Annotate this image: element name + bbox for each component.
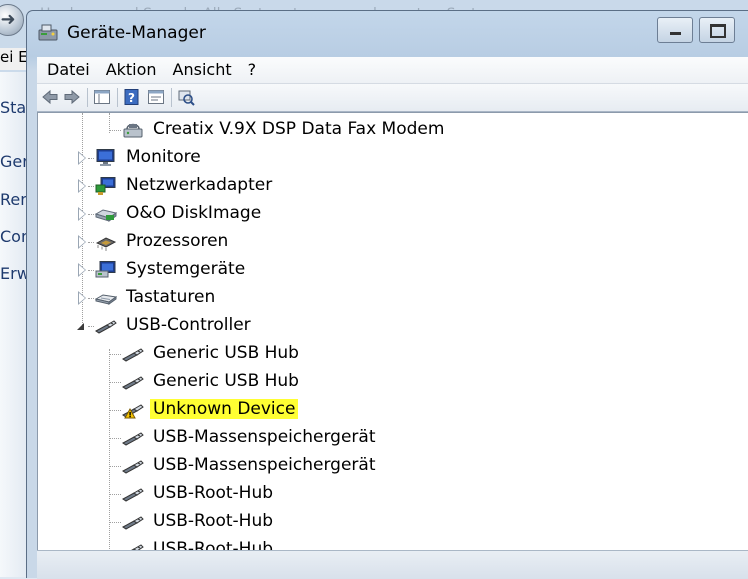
tree-item[interactable]: USB-Root-Hub — [38, 508, 748, 536]
expand-arrow-icon — [79, 181, 85, 191]
expand-arrow-icon — [79, 293, 85, 303]
usb-icon — [122, 512, 144, 532]
maximize-button[interactable] — [699, 17, 735, 43]
usb-icon — [95, 316, 117, 336]
tree-item-label: Netzwerkadapter — [126, 175, 273, 195]
tree-connector-line — [110, 438, 121, 439]
tree-item[interactable]: Generic USB Hub — [38, 368, 748, 396]
background-sidebar: Sta Ger Ren Con Erw — [0, 72, 31, 577]
tree-connector-line — [88, 158, 94, 159]
expand-arrow-icon — [79, 153, 85, 163]
tree-connector-line — [110, 466, 121, 467]
usb-warning-icon — [122, 400, 144, 420]
help-icon[interactable]: ? — [123, 88, 141, 106]
background-sidebar-item[interactable]: Sta — [0, 98, 26, 117]
expand-arrow-icon — [79, 237, 85, 247]
system-device-icon — [95, 260, 117, 280]
window-title: Geräte-Manager — [67, 23, 206, 43]
title-bar[interactable]: Geräte-Manager — [27, 11, 748, 57]
usb-icon — [122, 456, 144, 476]
tree-item-label: Generic USB Hub — [153, 343, 299, 363]
toolbar: ? — [37, 84, 748, 112]
usb-icon — [122, 372, 144, 392]
network-adapter-icon — [95, 176, 117, 196]
usb-icon — [122, 484, 144, 504]
minimize-button[interactable] — [657, 17, 693, 43]
tree-item-label: Monitore — [126, 147, 201, 167]
tree-item[interactable]: USB-Root-Hub — [38, 536, 748, 550]
properties-icon[interactable] — [147, 88, 165, 106]
tree-item[interactable]: O&O DiskImage — [38, 200, 748, 228]
tree-item-label: USB-Root-Hub — [153, 511, 274, 531]
tree-connector-line — [110, 382, 121, 383]
collapse-arrow-icon[interactable] — [77, 323, 84, 330]
tree-item-label: Tastaturen — [126, 287, 216, 307]
tree-connector-line — [88, 242, 94, 243]
tree-connector-line — [110, 130, 121, 131]
tree-item[interactable]: Unknown Device — [38, 396, 748, 424]
tree-connector-line — [110, 354, 121, 355]
processor-icon — [95, 232, 117, 252]
tree-item[interactable]: USB-Root-Hub — [38, 480, 748, 508]
tree-item-label: USB-Controller — [126, 315, 251, 335]
tree-connector-line — [88, 270, 94, 271]
tree-item-label: Generic USB Hub — [153, 371, 299, 391]
tree-item[interactable]: Systemgeräte — [38, 256, 748, 284]
tree-connector-line — [110, 494, 121, 495]
show-hide-console-tree-icon[interactable] — [93, 88, 111, 106]
scan-hardware-icon[interactable] — [177, 88, 195, 106]
monitor-icon — [95, 148, 117, 168]
keyboard-icon — [94, 288, 118, 308]
status-bar — [37, 550, 748, 579]
tree-connector-line — [88, 298, 94, 299]
tree-item[interactable]: Tastaturen — [38, 284, 748, 312]
tree-item-label: USB-Massenspeichergerät — [153, 455, 376, 475]
tree-item-label: Systemgeräte — [126, 259, 246, 279]
tree-item-label: USB-Root-Hub — [153, 483, 274, 503]
toolbar-separator — [117, 88, 118, 107]
tree-item[interactable]: USB-Massenspeichergerät — [38, 424, 748, 452]
disk-image-icon — [94, 204, 118, 224]
tree-item[interactable]: Monitore — [38, 144, 748, 172]
tree-connector-line — [88, 214, 94, 215]
expand-arrow-icon — [79, 209, 85, 219]
tree-item[interactable]: Creatix V.9X DSP Data Fax Modem — [38, 116, 748, 144]
background-sidebar-item[interactable]: Ger — [0, 152, 29, 171]
tree-connector-line — [88, 326, 94, 327]
tree-item[interactable]: Netzwerkadapter — [38, 172, 748, 200]
forward-arrow-icon[interactable] — [63, 88, 81, 106]
modem-icon — [122, 120, 144, 140]
tree-connector-line — [110, 410, 121, 411]
tree-connector-line — [110, 522, 121, 523]
expand-arrow-icon — [79, 265, 85, 275]
back-arrow-icon[interactable]: ➜ — [0, 4, 24, 36]
tree-item-label: Unknown Device — [150, 399, 299, 419]
tree-connector-line — [88, 186, 94, 187]
tree-item-label: Creatix V.9X DSP Data Fax Modem — [153, 119, 445, 139]
tree-item-label: Prozessoren — [126, 231, 229, 251]
svg-text:?: ? — [128, 91, 135, 105]
tree-item[interactable]: USB-Controller — [38, 312, 748, 340]
menu-aktion[interactable]: Aktion — [96, 57, 163, 79]
back-arrow-icon[interactable] — [41, 88, 59, 106]
tree-item-label: O&O DiskImage — [126, 203, 262, 223]
menu-bar: Datei Aktion Ansicht? — [37, 57, 748, 84]
menu-datei[interactable]: Datei — [37, 57, 96, 79]
usb-icon — [122, 428, 144, 448]
tree-item[interactable]: USB-Massenspeichergerät — [38, 452, 748, 480]
toolbar-separator — [171, 88, 172, 107]
device-manager-icon — [38, 24, 58, 41]
tree-item-label: USB-Massenspeichergerät — [153, 427, 376, 447]
menu-ansicht[interactable]: Ansicht — [163, 57, 238, 79]
device-manager-window: Geräte-Manager Datei Aktion Ansicht? ? C… — [26, 10, 748, 579]
device-tree: Creatix V.9X DSP Data Fax Modem Monitore N… — [37, 112, 748, 551]
menu-help[interactable]: ? — [238, 57, 263, 79]
tree-item[interactable]: Generic USB Hub — [38, 340, 748, 368]
tree-item[interactable]: Prozessoren — [38, 228, 748, 256]
usb-icon — [122, 344, 144, 364]
toolbar-separator — [87, 88, 88, 107]
